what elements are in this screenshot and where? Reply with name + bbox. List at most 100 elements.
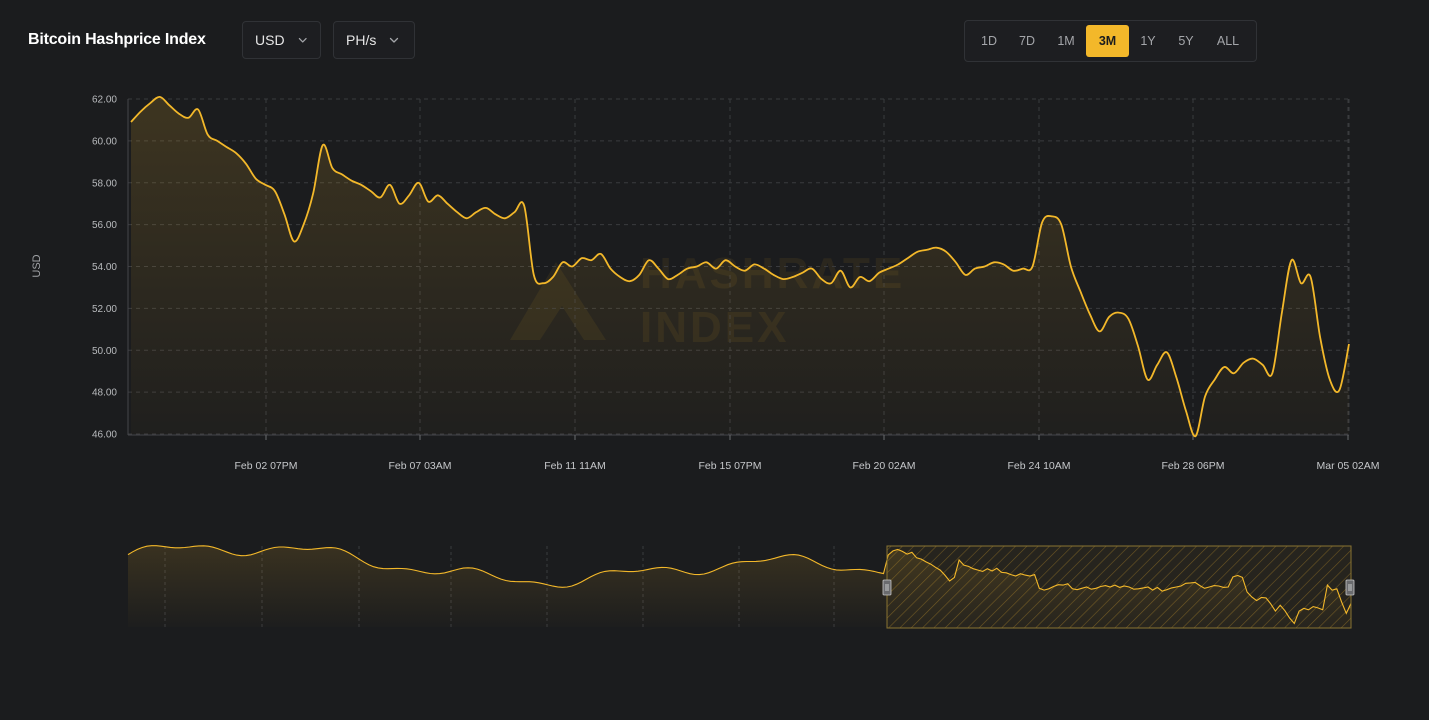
data-point xyxy=(1126,317,1130,321)
data-point xyxy=(1069,264,1073,268)
data-point xyxy=(723,258,727,262)
data-point xyxy=(704,260,708,264)
data-point xyxy=(455,210,459,214)
data-point xyxy=(1174,375,1178,379)
data-point xyxy=(1107,315,1111,319)
data-point xyxy=(225,145,229,149)
data-point xyxy=(800,271,804,275)
data-point xyxy=(512,210,516,214)
data-point xyxy=(599,252,603,256)
navigator-left-handle[interactable] xyxy=(882,579,892,596)
data-point xyxy=(560,260,564,264)
data-point xyxy=(273,189,277,193)
data-point xyxy=(1117,310,1121,314)
navigator-right-handle[interactable] xyxy=(1345,579,1355,596)
y-tick-label: 58.00 xyxy=(92,178,117,189)
data-point xyxy=(1261,363,1265,367)
data-point xyxy=(656,266,660,270)
data-point xyxy=(1213,377,1217,381)
data-point xyxy=(1347,342,1351,346)
data-point xyxy=(1318,336,1322,340)
data-point xyxy=(973,266,977,270)
data-point xyxy=(1280,310,1284,314)
data-point xyxy=(887,266,891,270)
data-point xyxy=(647,258,651,262)
data-point xyxy=(791,275,795,279)
data-point xyxy=(819,277,823,281)
data-point xyxy=(1337,388,1341,392)
data-point xyxy=(1232,371,1236,375)
x-tick-label: Feb 20 02AM xyxy=(852,460,915,472)
data-point xyxy=(1193,434,1197,438)
data-point xyxy=(752,262,756,266)
data-point xyxy=(1002,262,1006,266)
data-point xyxy=(915,250,919,254)
y-axis-label: USD xyxy=(31,254,43,277)
data-point xyxy=(1145,377,1149,381)
data-point xyxy=(206,132,210,136)
data-point xyxy=(196,107,200,111)
data-point xyxy=(867,279,871,283)
data-point xyxy=(771,273,775,277)
data-point xyxy=(378,195,382,199)
data-point xyxy=(618,275,622,279)
x-tick-label: Feb 24 10AM xyxy=(1007,460,1070,472)
data-point xyxy=(628,279,632,283)
data-point xyxy=(215,139,219,143)
data-point xyxy=(397,202,401,206)
data-point xyxy=(1030,264,1034,268)
x-tick-label: Mar 05 02AM xyxy=(1316,460,1379,472)
data-point xyxy=(1251,356,1255,360)
data-point xyxy=(465,216,469,220)
data-point xyxy=(541,281,545,285)
data-point xyxy=(1222,365,1226,369)
y-tick-label: 50.00 xyxy=(92,346,117,357)
data-point xyxy=(810,266,814,270)
data-point xyxy=(839,269,843,273)
y-tick-label: 46.00 xyxy=(92,430,117,441)
navigator-selection[interactable] xyxy=(886,545,1352,629)
data-point xyxy=(321,143,325,147)
data-point xyxy=(474,210,478,214)
data-point xyxy=(637,273,641,277)
data-point xyxy=(1308,275,1312,279)
range-navigator[interactable] xyxy=(127,545,1355,629)
data-point xyxy=(292,239,296,243)
data-point xyxy=(551,275,555,279)
data-point xyxy=(896,262,900,266)
data-point xyxy=(1088,313,1092,317)
data-point xyxy=(1059,222,1063,226)
data-point xyxy=(311,191,315,195)
data-point xyxy=(407,193,411,197)
data-point xyxy=(1097,329,1101,333)
data-point xyxy=(1050,214,1054,218)
data-point xyxy=(129,120,133,124)
data-point xyxy=(714,266,718,270)
data-point xyxy=(138,109,142,113)
data-point xyxy=(417,181,421,185)
data-point xyxy=(349,179,353,183)
data-point xyxy=(445,202,449,206)
data-point xyxy=(484,206,488,210)
data-point xyxy=(743,269,747,273)
data-point xyxy=(733,264,737,268)
data-point xyxy=(906,256,910,260)
data-point xyxy=(1328,377,1332,381)
data-point xyxy=(685,266,689,270)
data-point xyxy=(982,264,986,268)
data-point xyxy=(954,260,958,264)
data-point xyxy=(963,273,967,277)
data-point xyxy=(666,277,670,281)
data-point xyxy=(359,183,363,187)
data-point xyxy=(503,216,507,220)
data-point xyxy=(589,258,593,262)
data-point xyxy=(1136,344,1140,348)
x-tick-label: Feb 11 11AM xyxy=(544,460,605,472)
data-point xyxy=(177,112,181,116)
data-point xyxy=(158,95,162,99)
x-tick-label: Feb 02 07PM xyxy=(234,460,297,472)
hashprice-chart: HASHRATE INDEX 62.0060.0058.0056.0054.00… xyxy=(31,95,1380,629)
data-point xyxy=(858,275,862,279)
data-point xyxy=(254,176,258,180)
data-point xyxy=(934,246,938,250)
